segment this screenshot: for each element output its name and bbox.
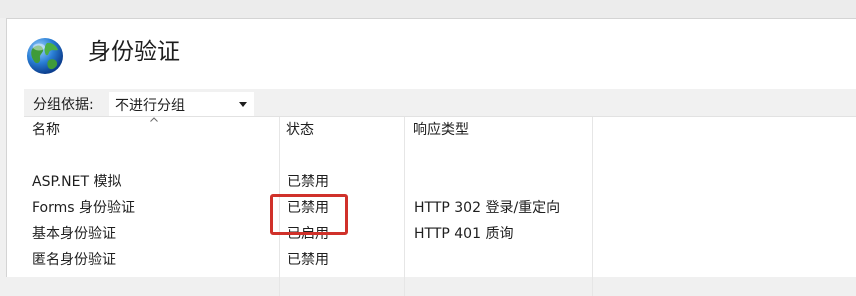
row-response-type: HTTP 401 质询 [414, 226, 514, 242]
column-separator[interactable] [592, 117, 593, 296]
group-by-label: 分组依据: [33, 97, 94, 113]
row-status: 已禁用 [287, 174, 329, 190]
highlight-annotation [270, 194, 348, 235]
chevron-down-icon[interactable] [239, 102, 247, 107]
column-header-status[interactable]: 状态 [286, 117, 396, 143]
column-separator[interactable] [404, 117, 405, 296]
column-header-response-type[interactable]: 响应类型 [413, 117, 583, 143]
globe-icon [27, 38, 63, 74]
row-status: 已禁用 [287, 252, 329, 268]
authentication-panel: 身份验证 分组依据: 不进行分组 名称 状态 响应类型 ASP.NET 模拟 已… [6, 18, 856, 296]
row-name: ASP.NET 模拟 [32, 174, 122, 190]
group-by-selected-value: 不进行分组 [115, 98, 185, 114]
row-name: 匿名身份验证 [32, 252, 116, 268]
top-strip [0, 0, 856, 18]
row-name: 基本身份验证 [32, 226, 116, 242]
row-name: Forms 身份验证 [32, 200, 136, 216]
row-response-type: HTTP 302 登录/重定向 [414, 200, 561, 216]
group-by-bar: 分组依据: 不进行分组 [24, 89, 856, 117]
group-by-dropdown[interactable]: 不进行分组 [109, 92, 254, 116]
iis-authentication-window: 身份验证 分组依据: 不进行分组 名称 状态 响应类型 ASP.NET 模拟 已… [0, 0, 856, 296]
page-title: 身份验证 [88, 39, 180, 65]
features-table: 名称 状态 响应类型 ASP.NET 模拟 已禁用 Forms 身份验证 已禁用… [24, 117, 856, 296]
column-header-name[interactable]: 名称 [32, 117, 272, 143]
